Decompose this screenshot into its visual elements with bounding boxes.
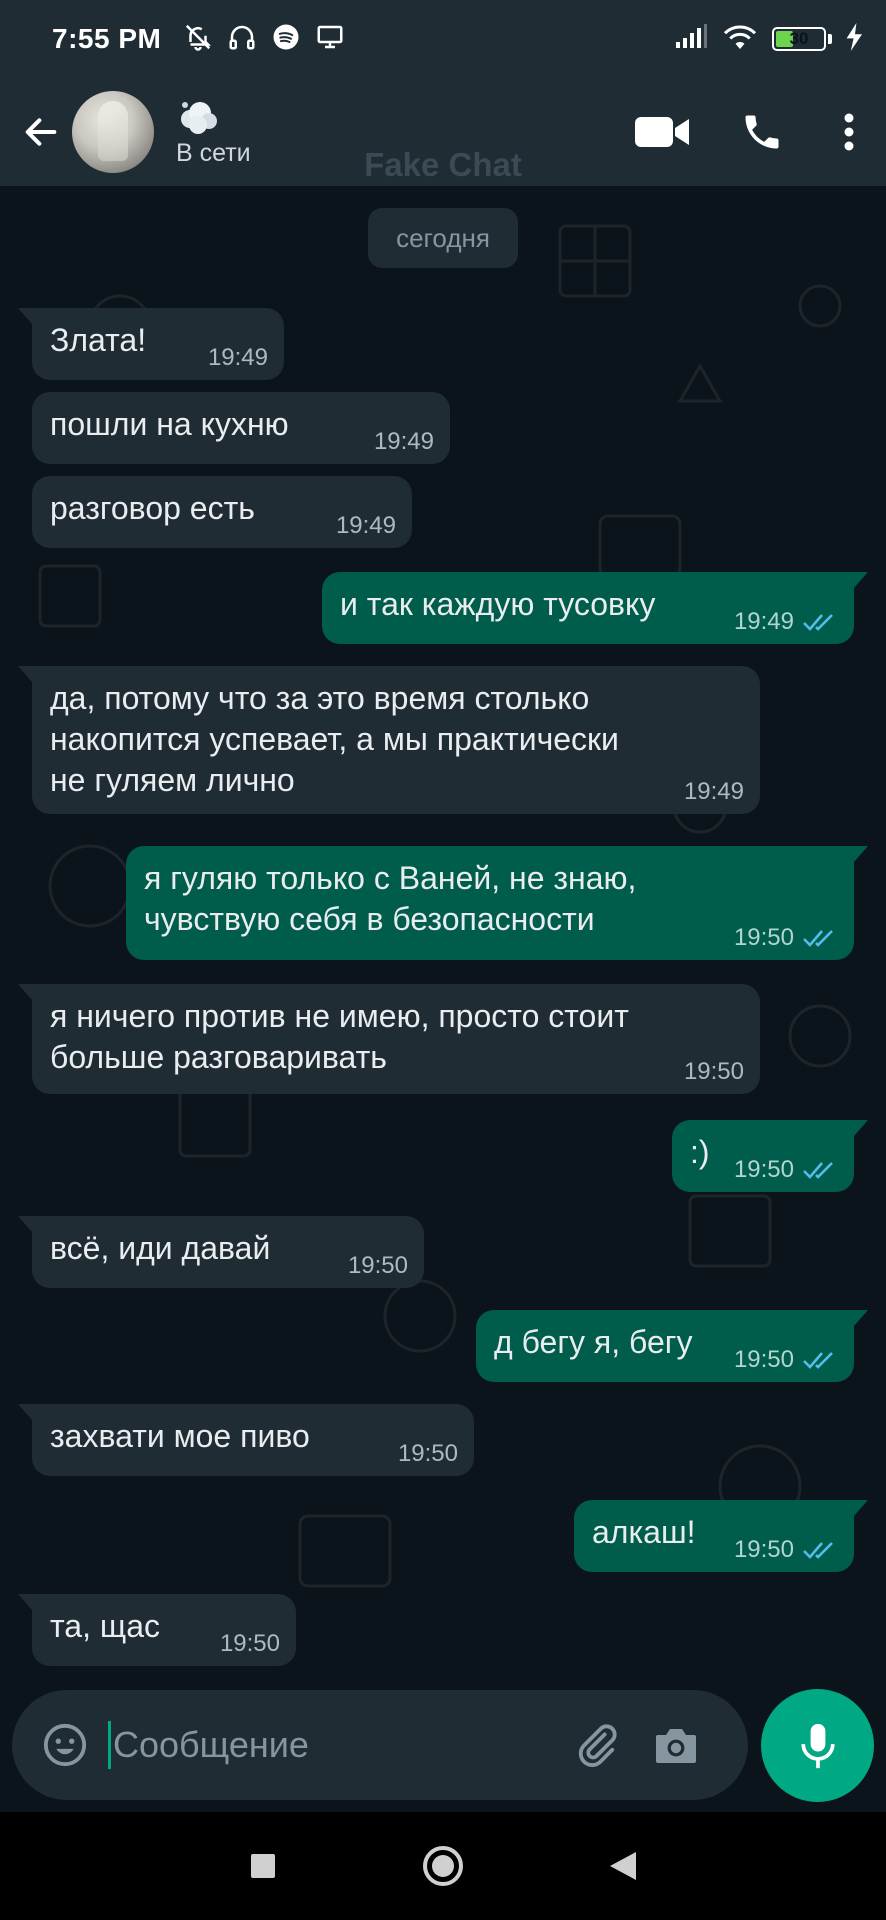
message-time: 19:49 [207, 344, 268, 371]
cloud-emoji-icon [176, 97, 220, 137]
read-ticks-icon [803, 614, 833, 631]
home-button[interactable] [353, 1812, 533, 1920]
message-text: пошли на кухню [50, 406, 289, 442]
message-time: 19:50 [733, 1346, 794, 1373]
message-text: та, щас [50, 1608, 160, 1644]
message-bubble-incoming[interactable]: всё, иди давай 19:50 [18, 1216, 424, 1288]
bell-off-icon [183, 22, 213, 57]
read-ticks-icon [803, 1352, 833, 1369]
status-time: 7:55 PM [52, 23, 162, 54]
voice-record-button[interactable] [761, 1689, 874, 1802]
message-text: да, потому что за это время столько нако… [50, 680, 619, 798]
compose-box [12, 1690, 748, 1800]
message-time: 19:49 [683, 778, 744, 805]
message-time: 19:50 [733, 924, 794, 951]
headphones-icon [227, 22, 257, 57]
message-bubble-incoming[interactable]: разговор есть 19:49 [32, 476, 412, 548]
message-text: :) [690, 1134, 710, 1170]
square-recents-icon [251, 1854, 275, 1878]
status-bar: 7:55 PM 30 [0, 0, 886, 78]
message-text: д бегу я, бегу [494, 1324, 693, 1360]
message-time: 19:49 [335, 512, 396, 539]
read-ticks-icon [803, 1542, 833, 1559]
message-text: захвати мое пиво [50, 1418, 310, 1454]
message-text: я ничего против не имею, просто стоит бо… [50, 998, 629, 1075]
message-time: 19:49 [373, 428, 434, 455]
message-time: 19:50 [683, 1058, 744, 1085]
back-nav-button[interactable] [533, 1812, 713, 1920]
chat-area[interactable]: сегодня Злата! 19:49 пошли на кухню 19:4… [0, 186, 886, 1680]
battery-icon: 30 [772, 27, 826, 51]
signal-icon [674, 23, 708, 55]
date-chip: сегодня [368, 208, 518, 268]
message-text: разговор есть [50, 490, 255, 526]
message-bubble-incoming[interactable]: да, потому что за это время столько нако… [18, 666, 760, 814]
spotify-icon [271, 22, 301, 57]
recents-button[interactable] [173, 1812, 353, 1920]
paperclip-icon [578, 1724, 617, 1767]
message-bubble-incoming[interactable]: я ничего против не имею, просто стоит бо… [18, 984, 760, 1094]
message-bubble-outgoing[interactable]: :) 19:50 [672, 1120, 868, 1192]
watermark: Fake Chat [364, 146, 522, 183]
message-time: 19:50 [733, 1156, 794, 1183]
system-navigation-bar [0, 1812, 886, 1920]
message-text: и так каждую тусовку [340, 586, 656, 622]
message-bubble-incoming[interactable]: Злата! 19:49 [18, 308, 284, 380]
camera-icon [656, 1729, 696, 1763]
message-bubble-incoming[interactable]: пошли на кухню 19:49 [32, 392, 450, 464]
triangle-back-icon [610, 1852, 636, 1880]
read-ticks-icon [803, 930, 833, 947]
battery-level: 30 [789, 29, 809, 48]
read-ticks-icon [803, 1162, 833, 1179]
message-time: 19:50 [219, 1630, 280, 1657]
message-bubble-outgoing[interactable]: я гуляю только с Ваней, не знаю, чувству… [126, 846, 868, 960]
message-bubble-outgoing[interactable]: д бегу я, бегу 19:50 [476, 1310, 868, 1382]
message-bubble-outgoing[interactable]: и так каждую тусовку 19:49 [322, 572, 868, 644]
attach-button[interactable] [561, 1690, 631, 1800]
message-time: 19:50 [397, 1440, 458, 1467]
message-time: 19:49 [733, 608, 794, 635]
input-bar [0, 1680, 886, 1812]
message-time: 19:50 [347, 1252, 408, 1279]
message-text: алкаш! [592, 1514, 696, 1550]
message-bubble-outgoing[interactable]: алкаш! 19:50 [574, 1500, 868, 1572]
message-text: всё, иди давай [50, 1230, 271, 1266]
microphone-icon [800, 1723, 835, 1768]
message-time: 19:50 [733, 1536, 794, 1563]
message-text: Злата! [50, 322, 147, 358]
charging-bolt-icon [846, 22, 864, 56]
message-bubble-incoming[interactable]: та, щас 19:50 [18, 1594, 296, 1666]
circle-home-icon [423, 1846, 463, 1886]
cast-screen-icon [315, 22, 345, 57]
video-call-icon [635, 117, 689, 147]
emoji-button[interactable] [30, 1690, 100, 1800]
wifi-icon [722, 23, 758, 56]
message-text: я гуляю только с Ваней, не знаю, чувству… [144, 860, 637, 937]
camera-button[interactable] [631, 1690, 721, 1800]
message-bubble-incoming[interactable]: захвати мое пиво 19:50 [18, 1404, 474, 1476]
smiley-icon [43, 1723, 87, 1767]
message-input[interactable] [111, 1724, 561, 1766]
